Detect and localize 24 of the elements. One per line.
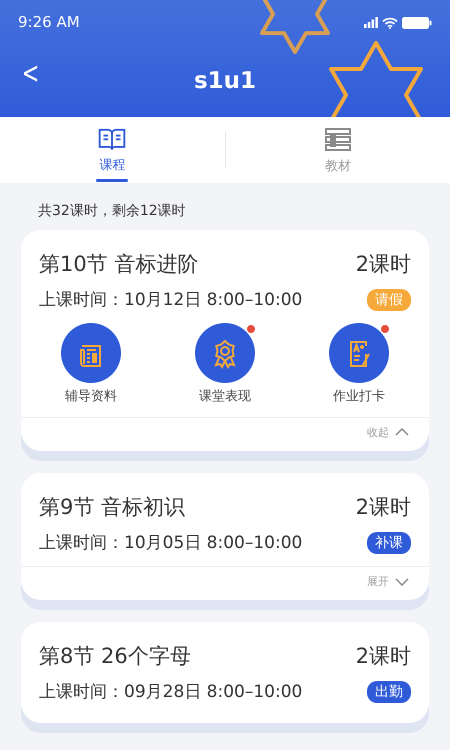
status-time: 9:26 AM xyxy=(18,12,80,34)
attendance-tag: 补课 xyxy=(367,532,411,554)
page-title: s1u1 xyxy=(194,66,256,96)
lesson-title: 第8节 26个字母 xyxy=(39,644,191,670)
lesson-summary: 共32课时，剩余12课时 xyxy=(37,202,187,221)
book-icon xyxy=(97,127,128,152)
lesson-title: 第9节 音标初识 xyxy=(39,494,186,520)
tab[interactable]: 课程 xyxy=(0,117,224,183)
lesson-time: 上课时间：10月12日 8:00–10:00 xyxy=(39,290,302,310)
attendance-tag: 出勤 xyxy=(367,681,411,704)
lesson-time: 上课时间：10月05日 8:00–10:00 xyxy=(39,532,302,554)
lesson-time: 上课时间：09月28日 8:00–10:00 xyxy=(39,682,302,703)
stacked-books-icon xyxy=(324,127,352,153)
lesson-hours: 2课时 xyxy=(356,494,411,520)
back-button[interactable]: < xyxy=(18,59,42,89)
wifi-icon xyxy=(382,16,398,28)
attendance-tag: 请假 xyxy=(367,288,411,311)
lesson-hours: 2课时 xyxy=(356,252,411,277)
chevron-down-icon xyxy=(395,578,409,586)
lesson-title: 第10节 音标进阶 xyxy=(39,252,198,277)
lesson-hours: 2课时 xyxy=(356,644,411,670)
battery-icon xyxy=(402,16,432,28)
signal-icon xyxy=(364,17,378,28)
chevron-up-icon xyxy=(395,428,409,436)
